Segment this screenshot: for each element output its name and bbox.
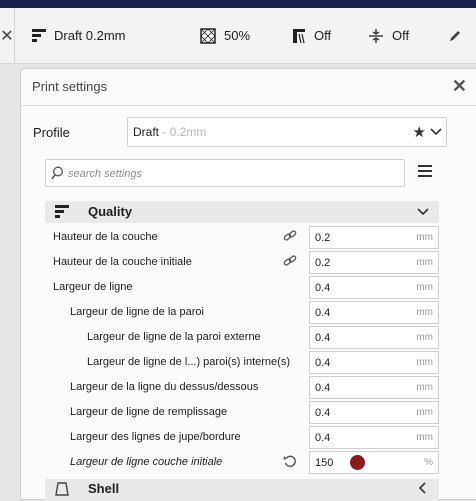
field-value: 0.4	[315, 282, 331, 294]
setting-label: Largeur de ligne de remplissage	[70, 406, 228, 418]
setting-row: Largeur de ligne de la paroi 0.4 mm	[45, 300, 439, 325]
error-indicator	[350, 455, 365, 470]
category-label: Quality	[88, 204, 133, 219]
edit-button[interactable]	[448, 8, 470, 63]
field-value: 0.4	[315, 407, 331, 419]
setting-field[interactable]: 0.2 mm	[309, 251, 439, 274]
setting-row: Hauteur de la couche 0.2 mm	[45, 225, 439, 250]
setting-label: Hauteur de la couche	[53, 231, 158, 243]
infill-summary[interactable]: 50%	[200, 8, 250, 63]
setting-field[interactable]: 0.4 mm	[309, 376, 439, 399]
setting-label: Largeur de la ligne du dessus/dessous	[70, 381, 259, 393]
setting-field[interactable]: 0.4 mm	[309, 326, 439, 349]
profile-label: Profile	[33, 125, 70, 140]
panel-header: Print settings ✕	[21, 69, 476, 106]
search-box[interactable]	[45, 159, 405, 187]
close-panel-icon[interactable]: ✕	[452, 76, 467, 97]
setting-row: Largeur de ligne de remplissage 0.4 mm	[45, 400, 439, 425]
setting-field[interactable]: 0.4 mm	[309, 301, 439, 324]
adhesion-summary-label: Off	[392, 28, 410, 43]
setting-field[interactable]: 0.2 mm	[309, 226, 439, 249]
field-value: 0.4	[315, 332, 331, 344]
infill-summary-label: 50%	[224, 28, 251, 43]
setting-label: Largeur de ligne	[53, 281, 133, 293]
panel-title: Print settings	[32, 79, 108, 94]
pencil-icon	[450, 30, 460, 41]
setting-label: Largeur de ligne couche initiale	[70, 456, 223, 468]
profile-summary[interactable]: Draft 0.2mm	[32, 8, 126, 63]
support-icon	[293, 28, 305, 43]
close-icon[interactable]: ✕	[0, 8, 15, 63]
field-value: 0.4	[315, 432, 331, 444]
setting-label: Largeur de ligne de l...) paroi(s) inter…	[87, 356, 290, 368]
chevron-left-icon[interactable]	[417, 482, 429, 494]
field-unit: mm	[416, 257, 433, 268]
chevron-down-icon[interactable]	[417, 206, 429, 218]
search-icon	[51, 166, 63, 180]
quality-icon	[32, 28, 46, 42]
field-unit: mm	[416, 307, 433, 318]
setting-row: Largeur de ligne couche initiale 150 %	[45, 450, 439, 475]
shell-icon	[55, 482, 69, 496]
support-summary-label: Off	[314, 28, 332, 43]
print-setup-bar: ✕ Draft 0.2mm 50% Off Off	[0, 8, 476, 64]
field-value: 0.2	[315, 257, 331, 269]
field-value: 150	[315, 457, 334, 469]
field-unit: mm	[416, 432, 433, 443]
setting-label: Hauteur de la couche initiale	[53, 256, 192, 268]
setting-field[interactable]: 0.4 mm	[309, 276, 439, 299]
adhesion-icon	[369, 28, 383, 43]
star-icon[interactable]: ★	[413, 123, 426, 141]
reset-icon[interactable]	[283, 454, 297, 468]
support-summary[interactable]: Off	[292, 8, 331, 63]
chevron-down-icon[interactable]	[430, 125, 442, 137]
setting-row: Hauteur de la couche initiale 0.2 mm	[45, 250, 439, 275]
field-value: 0.2	[315, 232, 331, 244]
field-unit: %	[424, 457, 433, 468]
category-shell[interactable]: Shell	[45, 479, 439, 501]
setting-label: Largeur des lignes de jupe/bordure	[70, 431, 241, 443]
link-icon[interactable]	[283, 229, 297, 243]
setting-row: Largeur de la ligne du dessus/dessous 0.…	[45, 375, 439, 400]
adhesion-summary[interactable]: Off	[368, 8, 409, 63]
setting-field[interactable]: 0.4 mm	[309, 401, 439, 424]
print-settings-panel: Print settings ✕ Profile Draft - 0.2mm ★…	[20, 68, 476, 501]
setting-row: Largeur de ligne de l...) paroi(s) inter…	[45, 350, 439, 375]
field-value: 0.4	[315, 307, 331, 319]
topbar-accent	[0, 0, 476, 8]
field-value: 0.4	[315, 382, 331, 394]
setting-label: Largeur de ligne de la paroi externe	[87, 331, 261, 343]
setting-field[interactable]: 0.4 mm	[309, 351, 439, 374]
field-unit: mm	[416, 282, 433, 293]
link-icon[interactable]	[283, 254, 297, 268]
setting-row: Largeur de ligne 0.4 mm	[45, 275, 439, 300]
field-unit: mm	[416, 332, 433, 343]
field-value: 0.4	[315, 357, 331, 369]
profile-summary-label: Draft 0.2mm	[54, 28, 126, 43]
setting-row: Largeur des lignes de jupe/bordure 0.4 m…	[45, 425, 439, 450]
setting-field[interactable]: 0.4 mm	[309, 426, 439, 449]
search-input[interactable]	[66, 163, 400, 185]
field-unit: mm	[416, 407, 433, 418]
profile-dropdown[interactable]: Draft - 0.2mm ★	[127, 117, 447, 147]
category-quality[interactable]: Quality	[45, 201, 439, 223]
setting-row: Largeur de ligne de la paroi externe 0.4…	[45, 325, 439, 350]
field-unit: mm	[416, 232, 433, 243]
settings-menu-icon[interactable]	[418, 165, 432, 177]
quality-icon	[55, 205, 69, 218]
category-label: Shell	[88, 481, 120, 496]
profile-name: Draft - 0.2mm	[133, 125, 207, 139]
infill-icon	[200, 27, 216, 44]
field-unit: mm	[416, 357, 433, 368]
profile-suffix: - 0.2mm	[159, 125, 207, 139]
setting-label: Largeur de ligne de la paroi	[70, 306, 204, 318]
field-unit: mm	[416, 382, 433, 393]
setting-field[interactable]: 150 %	[309, 451, 439, 474]
